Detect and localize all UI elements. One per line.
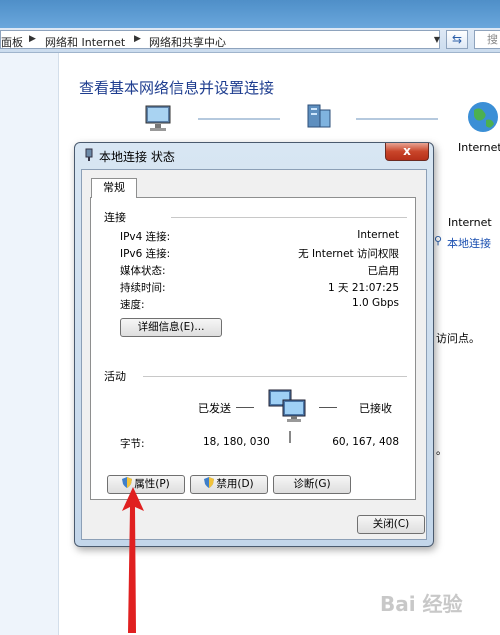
internet-label: Internet [458, 141, 500, 154]
speed-label: 速度: [120, 299, 145, 311]
network-type-label: Internet [448, 216, 492, 229]
media-state-value: 已启用 [367, 265, 400, 277]
local-connection-link[interactable]: 本地连接 [447, 235, 491, 251]
disable-button[interactable]: 禁用(D) [190, 475, 268, 494]
chevron-right-icon[interactable]: ▶ [29, 34, 36, 44]
access-point-text: 访问点。 [436, 332, 480, 345]
diagnose-button[interactable]: 诊断(G) [273, 475, 351, 494]
connection-line [198, 118, 280, 120]
ipv4-value: Internet [357, 229, 399, 241]
tab-general[interactable]: 常规 [91, 178, 137, 198]
period-text: 。 [436, 444, 447, 457]
globe-icon [468, 102, 498, 132]
close-button[interactable]: 关闭(C) [357, 515, 425, 534]
group-divider [171, 217, 407, 218]
red-arrow-annotation [122, 487, 144, 633]
dialog-title: 本地连接 状态 [99, 150, 175, 164]
network-connection-icon: ⚲ [434, 234, 443, 247]
activity-group-title: 活动 [104, 370, 126, 383]
breadcrumb[interactable]: 面板 ▶ 网络和 Internet ▶ 网络和共享中心 [0, 30, 440, 49]
breadcrumb-network-sharing-center[interactable]: 网络和共享中心 [149, 34, 226, 50]
chevron-down-icon[interactable]: ▼ [431, 30, 443, 49]
bytes-received-value: 60, 167, 408 [332, 436, 399, 448]
ipv6-value: 无 Internet 访问权限 [298, 248, 399, 260]
watermark-logo: Bai 经验 [380, 592, 463, 616]
chevron-right-icon[interactable]: ▶ [134, 34, 141, 44]
bytes-label: 字节: [120, 438, 145, 450]
search-input[interactable]: 搜 [474, 30, 500, 49]
network-icon [307, 104, 331, 128]
ipv6-label: IPv6 连接: [120, 248, 171, 260]
bytes-sent-value: 18, 180, 030 [203, 436, 270, 448]
window-titlebar [0, 0, 500, 28]
close-icon[interactable]: x [385, 143, 429, 161]
dash [319, 407, 337, 408]
refresh-icon[interactable]: ⇆ [446, 30, 468, 49]
connection-group-title: 连接 [104, 211, 126, 224]
computer-icon [145, 105, 171, 131]
breadcrumb-network-internet[interactable]: 网络和 Internet [45, 34, 125, 50]
network-activity-icon [268, 389, 306, 422]
disable-label: 禁用(D) [216, 478, 254, 490]
details-button[interactable]: 详细信息(E)... [120, 318, 222, 337]
tab-panel: 连接 IPv4 连接: Internet IPv6 连接: 无 Internet… [90, 197, 416, 500]
group-divider [143, 376, 407, 377]
duration-label: 持续时间: [120, 282, 166, 294]
duration-value: 1 天 21:07:25 [327, 282, 399, 294]
sent-label: 已发送 [198, 402, 231, 415]
page-title: 查看基本网络信息并设置连接 [79, 79, 275, 97]
network-adapter-icon [85, 148, 93, 161]
breadcrumb-control-panel[interactable]: 面板 [1, 34, 23, 50]
dash [236, 407, 254, 408]
media-state-label: 媒体状态: [120, 265, 166, 277]
received-label: 已接收 [359, 402, 392, 415]
ipv4-label: IPv4 连接: [120, 231, 171, 243]
connection-line [356, 118, 438, 120]
activity-divider [289, 431, 291, 443]
left-navigation-pane [0, 53, 59, 635]
address-bar: 面板 ▶ 网络和 Internet ▶ 网络和共享中心 ▼ ⇆ 搜 [0, 28, 500, 53]
shield-icon [204, 477, 215, 488]
speed-value: 1.0 Gbps [352, 297, 399, 309]
